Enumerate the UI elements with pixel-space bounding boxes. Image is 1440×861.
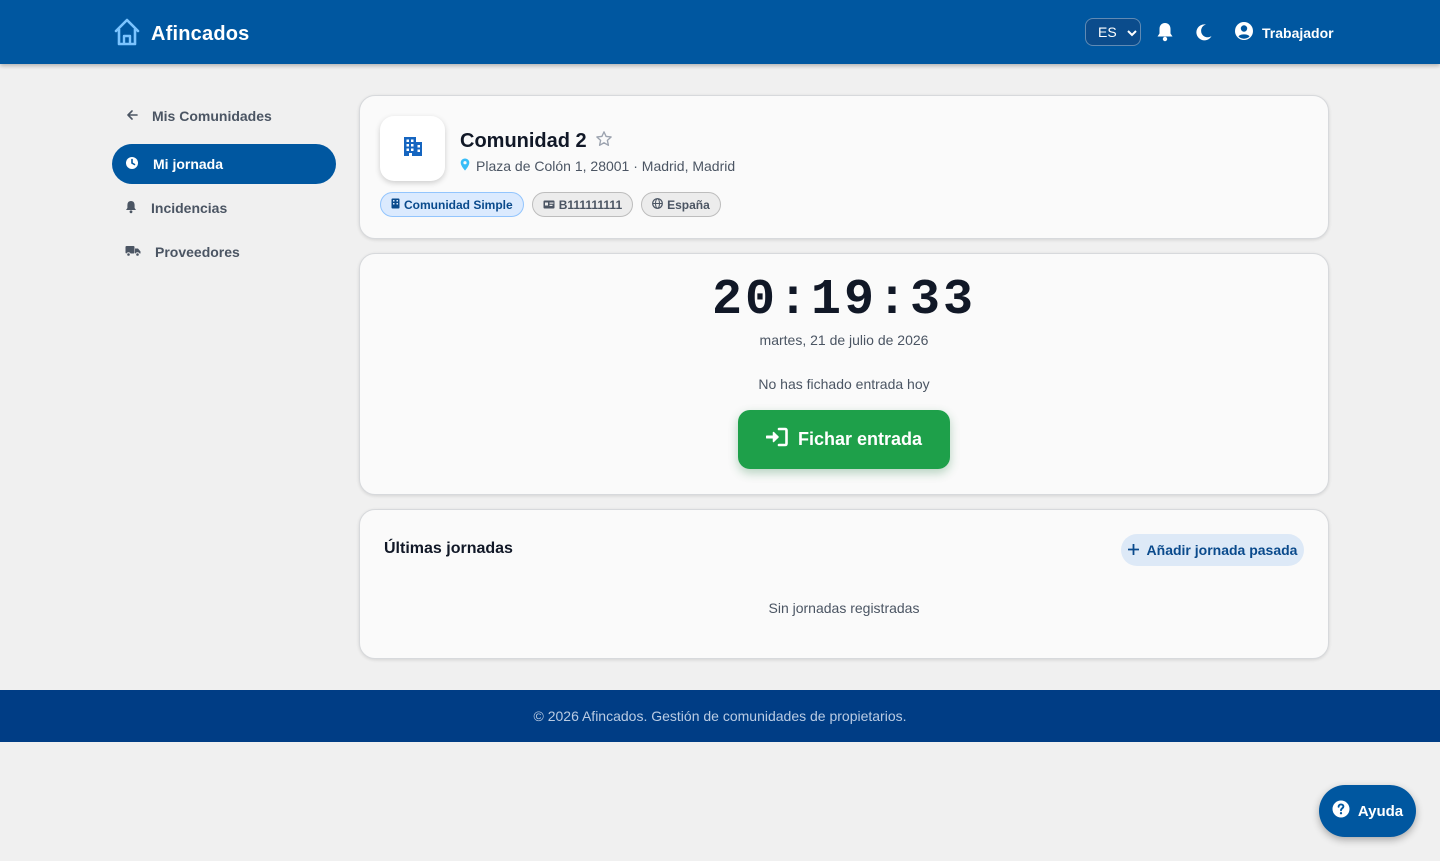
account-circle-icon bbox=[1234, 21, 1254, 44]
chip-community-type: Comunidad Simple bbox=[380, 192, 524, 217]
add-past-shift-button[interactable]: Añadir jornada pasada bbox=[1121, 534, 1304, 566]
chip-label: B111111111 bbox=[558, 197, 623, 212]
history-card: Últimas jornadas Añadir jornada pasada S… bbox=[359, 509, 1329, 659]
chip-country: España bbox=[641, 192, 721, 217]
building-icon bbox=[401, 134, 425, 163]
address-text: Plaza de Colón 1, 28001 · Madrid, Madrid bbox=[476, 158, 736, 174]
language-select[interactable]: ES bbox=[1085, 18, 1141, 46]
footer: © 2026 Afincados. Gestión de comunidades… bbox=[0, 690, 1440, 742]
clock-icon bbox=[125, 156, 139, 173]
globe-icon bbox=[652, 197, 664, 212]
chip-tax-id: B111111111 bbox=[531, 192, 634, 217]
history-empty-text: Sin jornadas registradas bbox=[768, 600, 920, 616]
history-title: Últimas jornadas bbox=[384, 540, 513, 557]
back-to-communities[interactable]: Mis Comunidades bbox=[112, 96, 336, 136]
community-title: Comunidad 2 bbox=[460, 130, 613, 153]
app-title: Afincados bbox=[151, 23, 250, 45]
login-icon bbox=[765, 427, 788, 452]
user-menu[interactable]: Trabajador bbox=[1234, 21, 1334, 44]
arrow-left-icon bbox=[126, 108, 138, 124]
star-outline-icon[interactable] bbox=[595, 130, 613, 153]
sidebar: Mis Comunidades Mi jornada Incidencias P… bbox=[112, 96, 336, 272]
plus-icon bbox=[1127, 542, 1139, 558]
community-address: Plaza de Colón 1, 28001 · Madrid, Madrid bbox=[460, 158, 735, 174]
brand[interactable]: Afincados bbox=[113, 17, 249, 52]
bell-icon bbox=[125, 200, 137, 217]
help-button[interactable]: Ayuda bbox=[1319, 785, 1416, 837]
clock-status: No has fichado entrada hoy bbox=[758, 376, 930, 392]
sidebar-item-proveedores[interactable]: Proveedores bbox=[112, 232, 336, 272]
help-label: Ayuda bbox=[1357, 802, 1404, 820]
community-name: Comunidad 2 bbox=[460, 130, 587, 152]
community-card: Comunidad 2 Plaza de Colón 1, 28001 · Ma… bbox=[359, 95, 1329, 239]
top-bar: Afincados ES Trabajador bbox=[0, 0, 1440, 64]
back-label: Mis Comunidades bbox=[152, 108, 272, 124]
bell-icon[interactable] bbox=[1155, 22, 1175, 42]
check-in-label: Fichar entrada bbox=[797, 429, 923, 449]
add-past-shift-label: Añadir jornada pasada bbox=[1146, 542, 1298, 558]
location-pin-icon bbox=[460, 158, 470, 174]
chevron-down-icon bbox=[1126, 24, 1137, 40]
community-avatar bbox=[380, 116, 445, 181]
help-circle-icon bbox=[1332, 800, 1350, 822]
sidebar-item-label: Incidencias bbox=[151, 200, 228, 216]
home-icon bbox=[113, 17, 141, 52]
clock-date: martes, 21 de julio de 2026 bbox=[759, 332, 929, 348]
check-in-button[interactable]: Fichar entrada bbox=[738, 410, 950, 469]
clock-card: 20:19:33 martes, 21 de julio de 2026 No … bbox=[359, 253, 1329, 495]
sidebar-item-label: Proveedores bbox=[155, 244, 240, 260]
community-chips: Comunidad Simple B111111111 España bbox=[380, 192, 721, 217]
chip-label: Comunidad Simple bbox=[404, 197, 513, 212]
truck-icon bbox=[125, 244, 141, 260]
clock-time: 20:19:33 bbox=[711, 272, 977, 329]
sidebar-item-incidencias[interactable]: Incidencias bbox=[112, 188, 336, 228]
footer-text: © 2026 Afincados. Gestión de comunidades… bbox=[533, 708, 907, 724]
user-label: Trabajador bbox=[1262, 24, 1334, 41]
sidebar-item-mi-jornada[interactable]: Mi jornada bbox=[112, 144, 336, 184]
building-icon bbox=[391, 198, 400, 212]
sidebar-item-label: Mi jornada bbox=[153, 156, 224, 172]
chip-label: España bbox=[667, 197, 710, 212]
id-card-icon bbox=[543, 198, 555, 212]
language-value: ES bbox=[1098, 24, 1117, 40]
moon-icon[interactable] bbox=[1194, 22, 1214, 42]
